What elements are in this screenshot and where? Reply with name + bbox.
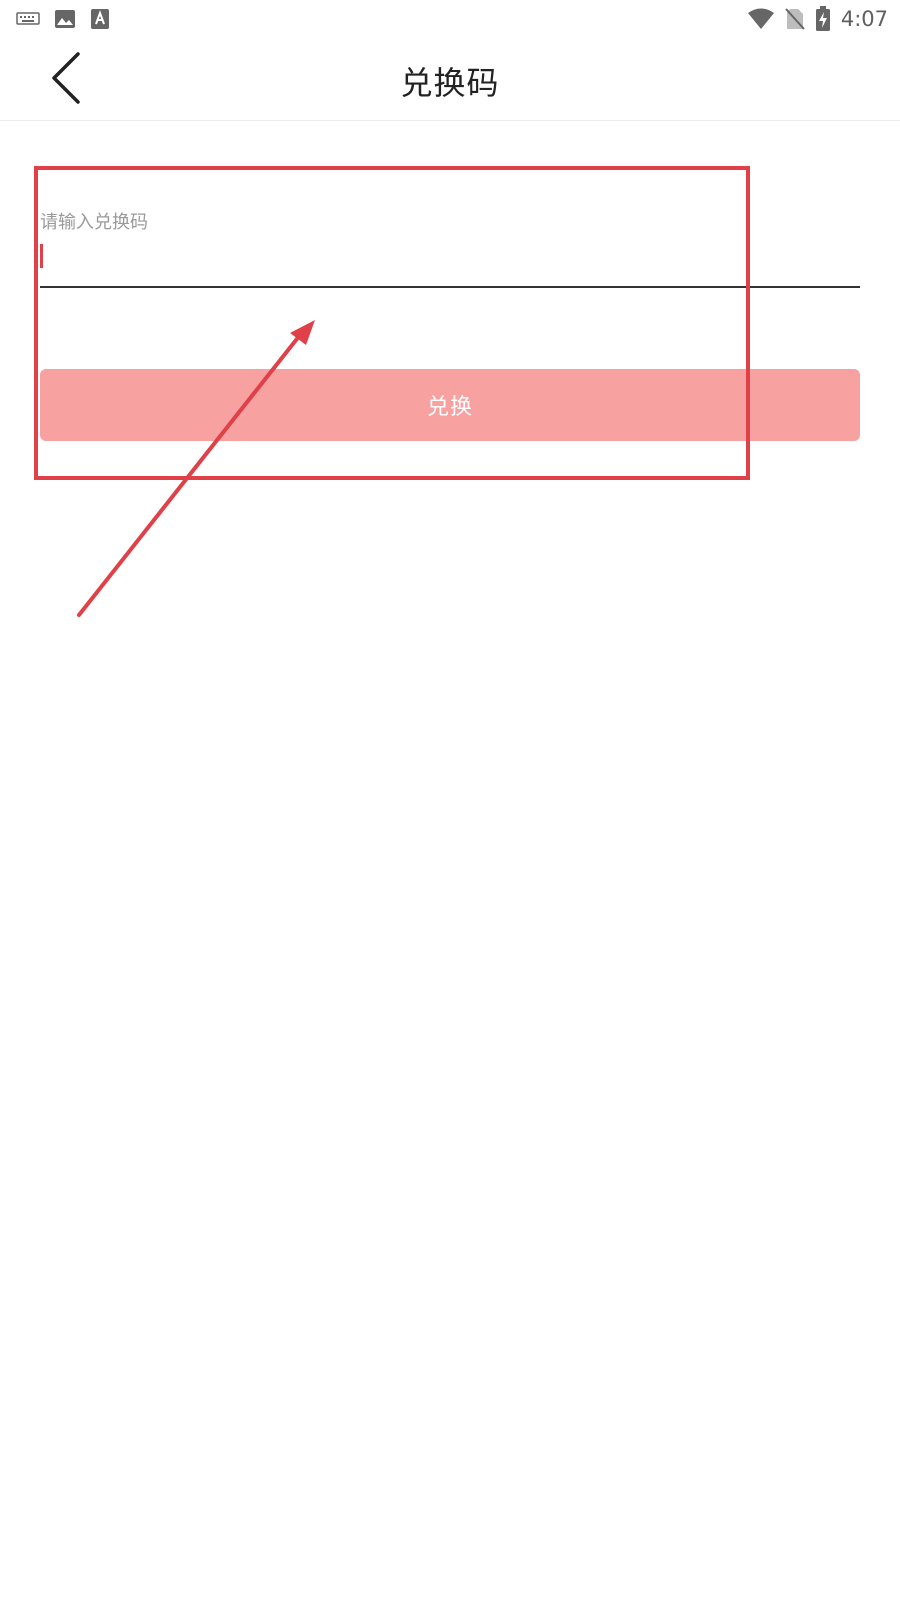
battery-charging-icon [815, 6, 830, 31]
redeem-code-screen: 4:07 兑换码 请输入兑换码 兑换 [0, 0, 900, 1600]
keyboard-icon [16, 12, 40, 25]
redeem-code-input[interactable] [40, 240, 860, 288]
wifi-icon [747, 8, 774, 29]
no-sim-icon [785, 8, 805, 30]
text-caret [40, 244, 43, 268]
status-time: 4:07 [840, 7, 888, 31]
status-bar: 4:07 [0, 0, 900, 38]
code-field-label: 请输入兑换码 [40, 212, 148, 233]
text-a-icon [91, 9, 109, 29]
status-right-icons: 4:07 [747, 4, 888, 34]
image-icon [55, 10, 75, 28]
app-bar: 兑换码 [0, 38, 900, 121]
page-title: 兑换码 [400, 64, 500, 102]
redeem-button[interactable]: 兑换 [40, 369, 860, 441]
status-left-icons [16, 8, 110, 30]
